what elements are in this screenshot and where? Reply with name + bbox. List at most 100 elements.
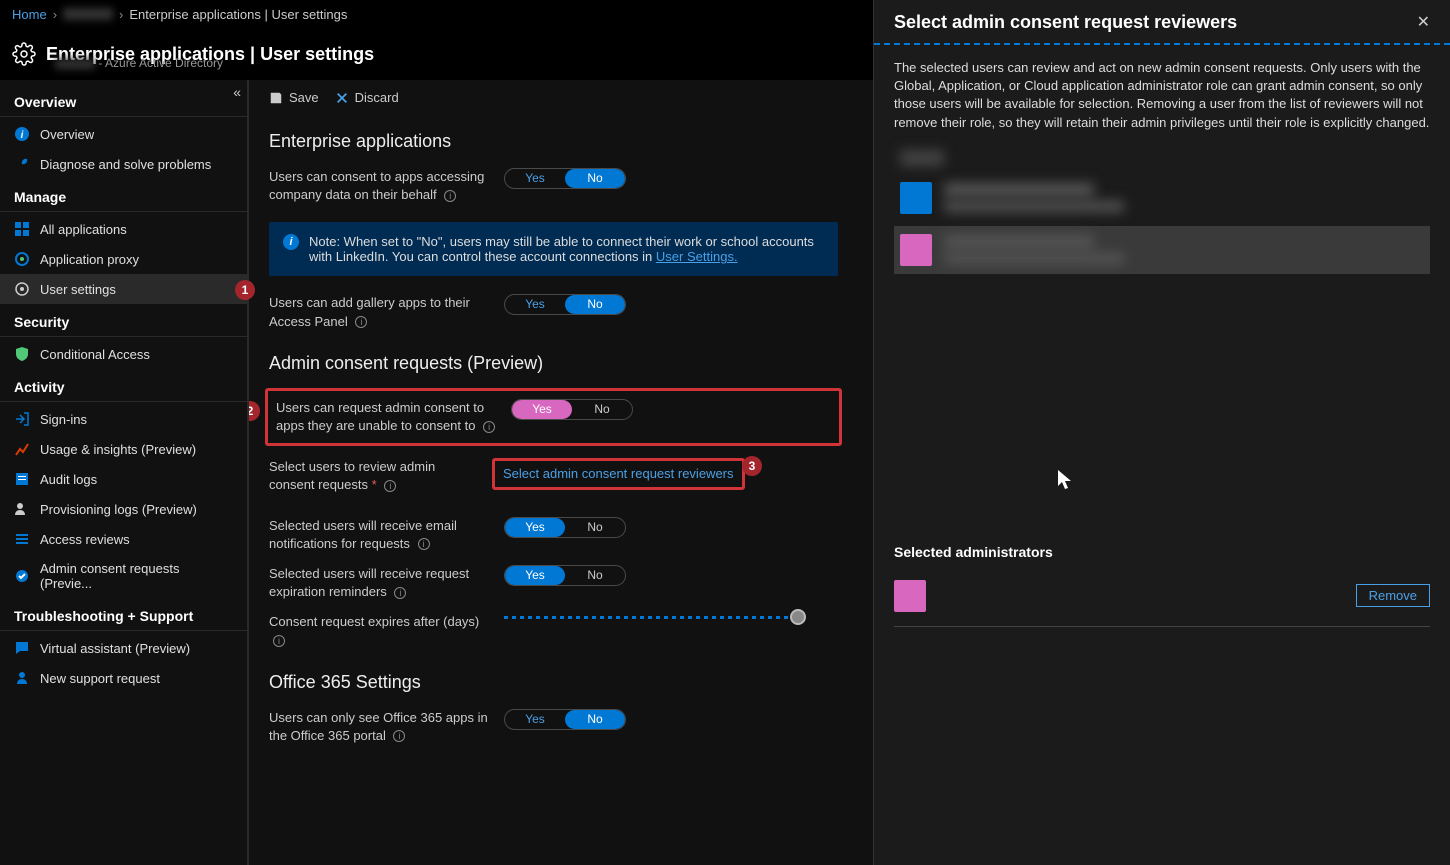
section-admin-consent: Admin consent requests (Preview) — [249, 337, 858, 384]
wrench-icon — [14, 156, 30, 172]
label-select-reviewers: Select users to review admin consent req… — [269, 458, 484, 494]
label-user-request: Users can request admin consent to apps … — [276, 399, 511, 435]
toggle-no[interactable]: No — [565, 518, 625, 537]
toggle-no[interactable]: No — [572, 400, 632, 419]
discard-label: Discard — [355, 90, 399, 105]
avatar — [900, 182, 932, 214]
sidebar-item-diagnose[interactable]: Diagnose and solve problems — [0, 149, 247, 179]
info-icon[interactable]: i — [483, 421, 495, 433]
expiry-slider[interactable] — [504, 613, 838, 619]
sidebar-item-conditional-access[interactable]: Conditional Access — [0, 339, 247, 369]
breadcrumb-sep: › — [53, 7, 57, 22]
info-link[interactable]: User Settings. — [656, 249, 738, 264]
sidebar-item-overview[interactable]: i Overview — [0, 119, 247, 149]
sidebar: « Overview i Overview Diagnose and solve… — [0, 80, 248, 865]
toggle-yes[interactable]: Yes — [505, 710, 565, 729]
info-icon: i — [14, 126, 30, 142]
sidebar-item-label: Conditional Access — [40, 347, 150, 362]
proxy-icon — [14, 251, 30, 267]
breadcrumb-sep: › — [119, 7, 123, 22]
info-icon[interactable]: i — [355, 316, 367, 328]
svg-text:i: i — [21, 130, 24, 141]
sidebar-item-label: Application proxy — [40, 252, 139, 267]
toggle-yes[interactable]: Yes — [512, 400, 572, 419]
right-panel: Select admin consent request reviewers ✕… — [873, 0, 1450, 865]
tenant-redacted — [55, 59, 95, 69]
highlight-box-3: Select admin consent request reviewers — [492, 458, 745, 490]
sidebar-item-user-settings[interactable]: User settings 1 — [0, 274, 247, 304]
sidebar-item-virtual-assistant[interactable]: Virtual assistant (Preview) — [0, 633, 247, 663]
list-item[interactable] — [894, 146, 1430, 170]
info-circle-icon: i — [283, 234, 299, 250]
sidebar-item-label: All applications — [40, 222, 127, 237]
toggle-reminder[interactable]: Yes No — [504, 565, 626, 586]
avatar — [900, 234, 932, 266]
info-icon[interactable]: i — [418, 538, 430, 550]
toggle-email[interactable]: Yes No — [504, 517, 626, 538]
sidebar-item-audit[interactable]: Audit logs — [0, 464, 247, 494]
toggle-no[interactable]: No — [565, 566, 625, 585]
sidebar-item-provisioning[interactable]: Provisioning logs (Preview) — [0, 494, 247, 524]
sidebar-item-label: Provisioning logs (Preview) — [40, 502, 197, 517]
save-label: Save — [289, 90, 319, 105]
save-button[interactable]: Save — [269, 90, 319, 105]
log-icon — [14, 471, 30, 487]
remove-button[interactable]: Remove — [1356, 584, 1430, 607]
list-icon — [14, 531, 30, 547]
breadcrumb-current: Enterprise applications | User settings — [129, 7, 347, 22]
info-icon[interactable]: i — [393, 730, 405, 742]
label-gallery: Users can add gallery apps to their Acce… — [269, 294, 504, 330]
selected-admins-title: Selected administrators — [874, 544, 1450, 570]
close-icon[interactable]: ✕ — [1417, 12, 1430, 32]
info-icon[interactable]: i — [384, 480, 396, 492]
toggle-no[interactable]: No — [565, 710, 625, 729]
sidebar-item-usage[interactable]: Usage & insights (Preview) — [0, 434, 247, 464]
sidebar-item-label: Virtual assistant (Preview) — [40, 641, 190, 656]
toggle-gallery[interactable]: Yes No — [504, 294, 626, 315]
toggle-user-request[interactable]: Yes No — [511, 399, 633, 420]
toggle-company-consent[interactable]: Yes No — [504, 168, 626, 189]
info-icon[interactable]: i — [444, 190, 456, 202]
chat-icon — [14, 640, 30, 656]
panel-title: Select admin consent request reviewers — [894, 12, 1237, 33]
sidebar-item-app-proxy[interactable]: Application proxy — [0, 244, 247, 274]
toggle-yes[interactable]: Yes — [505, 566, 565, 585]
sidebar-item-label: Audit logs — [40, 472, 97, 487]
sidebar-item-all-apps[interactable]: All applications — [0, 214, 247, 244]
toolbar: Save Discard — [249, 80, 858, 115]
toggle-yes[interactable]: Yes — [505, 295, 565, 314]
avatar — [894, 580, 926, 612]
sidebar-item-label: User settings — [40, 282, 116, 297]
discard-button[interactable]: Discard — [335, 90, 399, 105]
label-exp-remind: Selected users will receive request expi… — [269, 565, 504, 601]
sidebar-item-label: Overview — [40, 127, 94, 142]
toggle-yes[interactable]: Yes — [505, 518, 565, 537]
info-icon[interactable]: i — [394, 587, 406, 599]
panel-divider — [874, 43, 1450, 45]
toggle-o365[interactable]: Yes No — [504, 709, 626, 730]
sidebar-item-admin-consent[interactable]: Admin consent requests (Previe... — [0, 554, 247, 598]
sidebar-item-access-reviews[interactable]: Access reviews — [0, 524, 247, 554]
sidebar-item-signins[interactable]: Sign-ins — [0, 404, 247, 434]
select-reviewers-link[interactable]: Select admin consent request reviewers — [503, 466, 734, 481]
cursor-icon — [1058, 470, 1074, 490]
grid-icon — [14, 221, 30, 237]
section-o365: Office 365 Settings — [249, 656, 858, 703]
selected-admin-row: Remove — [874, 570, 1450, 622]
nav-section-manage: Manage — [0, 179, 247, 212]
collapse-sidebar-icon[interactable]: « — [233, 84, 241, 100]
breadcrumb-home[interactable]: Home — [12, 7, 47, 22]
sidebar-item-support[interactable]: New support request — [0, 663, 247, 693]
toggle-no[interactable]: No — [565, 295, 625, 314]
list-item[interactable] — [894, 174, 1430, 222]
list-item[interactable] — [894, 226, 1430, 274]
nav-section-security: Security — [0, 304, 247, 337]
slider-thumb[interactable] — [790, 609, 806, 625]
info-icon[interactable]: i — [273, 635, 285, 647]
toggle-no[interactable]: No — [565, 169, 625, 188]
section-enterprise-apps: Enterprise applications — [249, 115, 858, 162]
marker-1: 1 — [235, 280, 255, 300]
gear-icon — [12, 42, 36, 66]
toggle-yes[interactable]: Yes — [505, 169, 565, 188]
panel-separator — [894, 626, 1430, 627]
